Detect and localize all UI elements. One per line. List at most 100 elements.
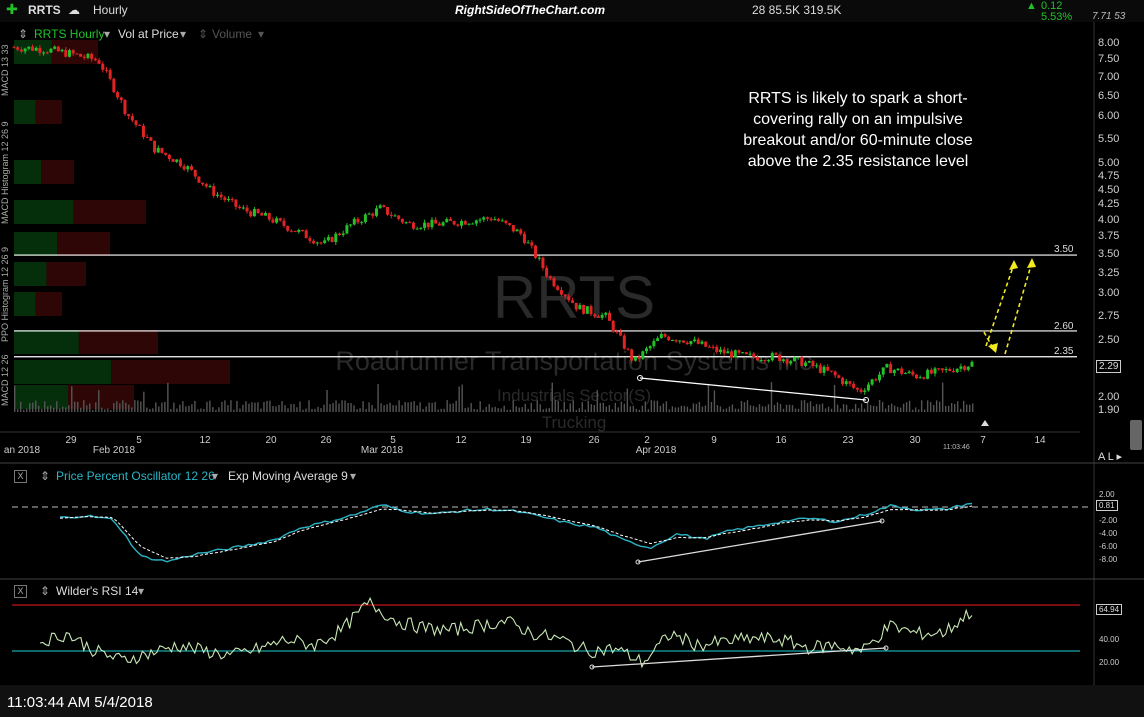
candle-body: [293, 230, 297, 232]
rsi-dropdown-icon[interactable]: ▾: [138, 584, 144, 598]
volume-bar: [875, 406, 878, 412]
price-y-tick: 6.50: [1098, 90, 1120, 102]
price-y-tick: 4.50: [1098, 183, 1120, 196]
candle-body: [870, 379, 874, 385]
annotation-line-4: above the 2.35 resistance level: [748, 153, 969, 170]
volume-bar: [317, 406, 319, 412]
volume-bar: [794, 408, 797, 412]
overlay-dropdown-icon[interactable]: ▾: [180, 27, 186, 41]
volume-bar: [290, 404, 292, 412]
candle-body: [903, 373, 907, 375]
volume-bar: [767, 404, 770, 412]
volume-bar: [929, 402, 932, 412]
candle-body: [134, 120, 138, 125]
candle-body: [319, 242, 323, 244]
x-tick: 26: [320, 435, 332, 446]
series-label[interactable]: RRTS Hourly: [34, 27, 104, 41]
volume-bar: [359, 408, 361, 412]
volume-bar: [866, 401, 869, 412]
volume-bar: [509, 409, 511, 412]
candle-body: [852, 383, 856, 388]
volume-bar: [545, 408, 547, 412]
volume-bar: [473, 408, 475, 412]
close-ppo-button[interactable]: X: [14, 470, 27, 483]
candle-body: [748, 353, 752, 355]
volume-bar: [972, 403, 974, 412]
volume-bar: [350, 403, 352, 412]
candle-body: [193, 169, 197, 177]
volume-bar: [818, 404, 821, 412]
candle-body: [315, 242, 319, 244]
candle-body: [27, 46, 31, 49]
volume-bar: [395, 405, 397, 412]
candle-body: [811, 360, 815, 367]
volume-label[interactable]: Volume: [212, 27, 252, 41]
ppo-label[interactable]: Price Percent Oscillator 12 26: [56, 469, 215, 483]
candle-body: [559, 290, 563, 295]
candle-body: [767, 360, 771, 362]
volume-bar: [284, 405, 286, 412]
volume-bar: [770, 382, 773, 412]
candle-body: [807, 360, 811, 363]
candle-body: [593, 314, 597, 317]
ppo-dropdown-icon[interactable]: ▾: [212, 469, 218, 483]
vap-bar-down: [35, 292, 62, 316]
candle-body: [167, 154, 171, 160]
rsi-reorder-icon[interactable]: ⇕: [40, 584, 50, 598]
candle-body: [937, 368, 941, 370]
candle-body: [881, 367, 885, 375]
candle-body: [367, 213, 371, 215]
candle-body: [437, 223, 441, 226]
volume-bar: [623, 403, 626, 412]
volume-bar: [896, 406, 899, 412]
ppo-ema-dropdown-icon[interactable]: ▾: [350, 469, 356, 483]
rsi-label[interactable]: Wilder's RSI 14: [56, 584, 138, 598]
x-tick: 5: [136, 435, 142, 446]
volume-bar: [755, 407, 758, 412]
candle-body: [818, 365, 822, 373]
volume-bar: [101, 407, 103, 412]
candle-body: [759, 360, 763, 362]
scrollbar[interactable]: [1130, 420, 1142, 450]
volume-bar: [530, 402, 532, 412]
overlay-label[interactable]: Vol at Price: [118, 27, 179, 41]
volume-bar: [356, 409, 358, 412]
volume-bar: [80, 407, 82, 412]
reorder-icon[interactable]: ⇕: [18, 27, 28, 41]
footer-bar: 11:03:44 AM 5/4/2018: [0, 685, 1144, 717]
candle-body: [271, 219, 275, 223]
candle-body: [16, 47, 20, 50]
volume-bar: [332, 402, 334, 412]
volume-bar: [167, 382, 169, 412]
volume-bar: [635, 408, 638, 412]
series-dropdown-icon[interactable]: ▾: [104, 27, 110, 41]
ppo-ema-label[interactable]: Exp Moving Average 9: [228, 469, 348, 483]
volume-bar: [344, 400, 346, 412]
volume-bar: [521, 407, 523, 412]
candle-body: [42, 52, 46, 54]
candle-body: [933, 368, 937, 374]
ppo-reorder-icon[interactable]: ⇕: [40, 469, 50, 483]
candle-body: [419, 227, 423, 229]
volume-bar: [14, 385, 16, 412]
candle-body: [286, 225, 290, 231]
volume-bar: [296, 407, 298, 412]
candle-body: [485, 217, 489, 219]
price-y-tick: 3.50: [1098, 248, 1120, 261]
volume-bar: [677, 407, 680, 412]
ppo-y-tick: 2.00: [1099, 490, 1115, 500]
volume-dropdown-icon[interactable]: ▾: [258, 27, 264, 41]
volume-reorder-icon[interactable]: ⇕: [198, 27, 208, 41]
candle-body: [141, 125, 145, 138]
volume-bar: [443, 408, 445, 412]
candle-body: [119, 97, 123, 101]
close-rsi-button[interactable]: X: [14, 585, 27, 598]
candle-body: [648, 346, 652, 349]
volume-bar: [602, 402, 605, 412]
volume-bar: [398, 400, 400, 412]
volume-bar: [329, 404, 331, 412]
scale-options[interactable]: A L ▸: [1098, 450, 1122, 463]
candle-body: [178, 159, 182, 167]
volume-bar: [716, 405, 719, 412]
volume-bar: [215, 409, 217, 412]
